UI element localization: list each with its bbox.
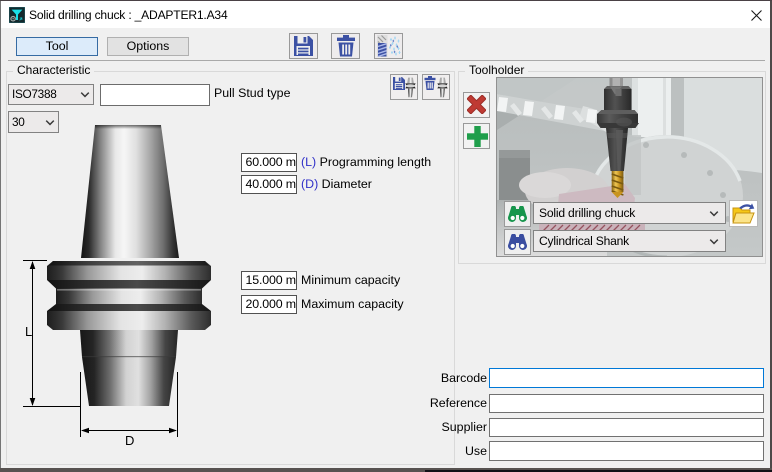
svg-text:L: L xyxy=(25,324,32,339)
svg-text:D: D xyxy=(125,433,134,448)
